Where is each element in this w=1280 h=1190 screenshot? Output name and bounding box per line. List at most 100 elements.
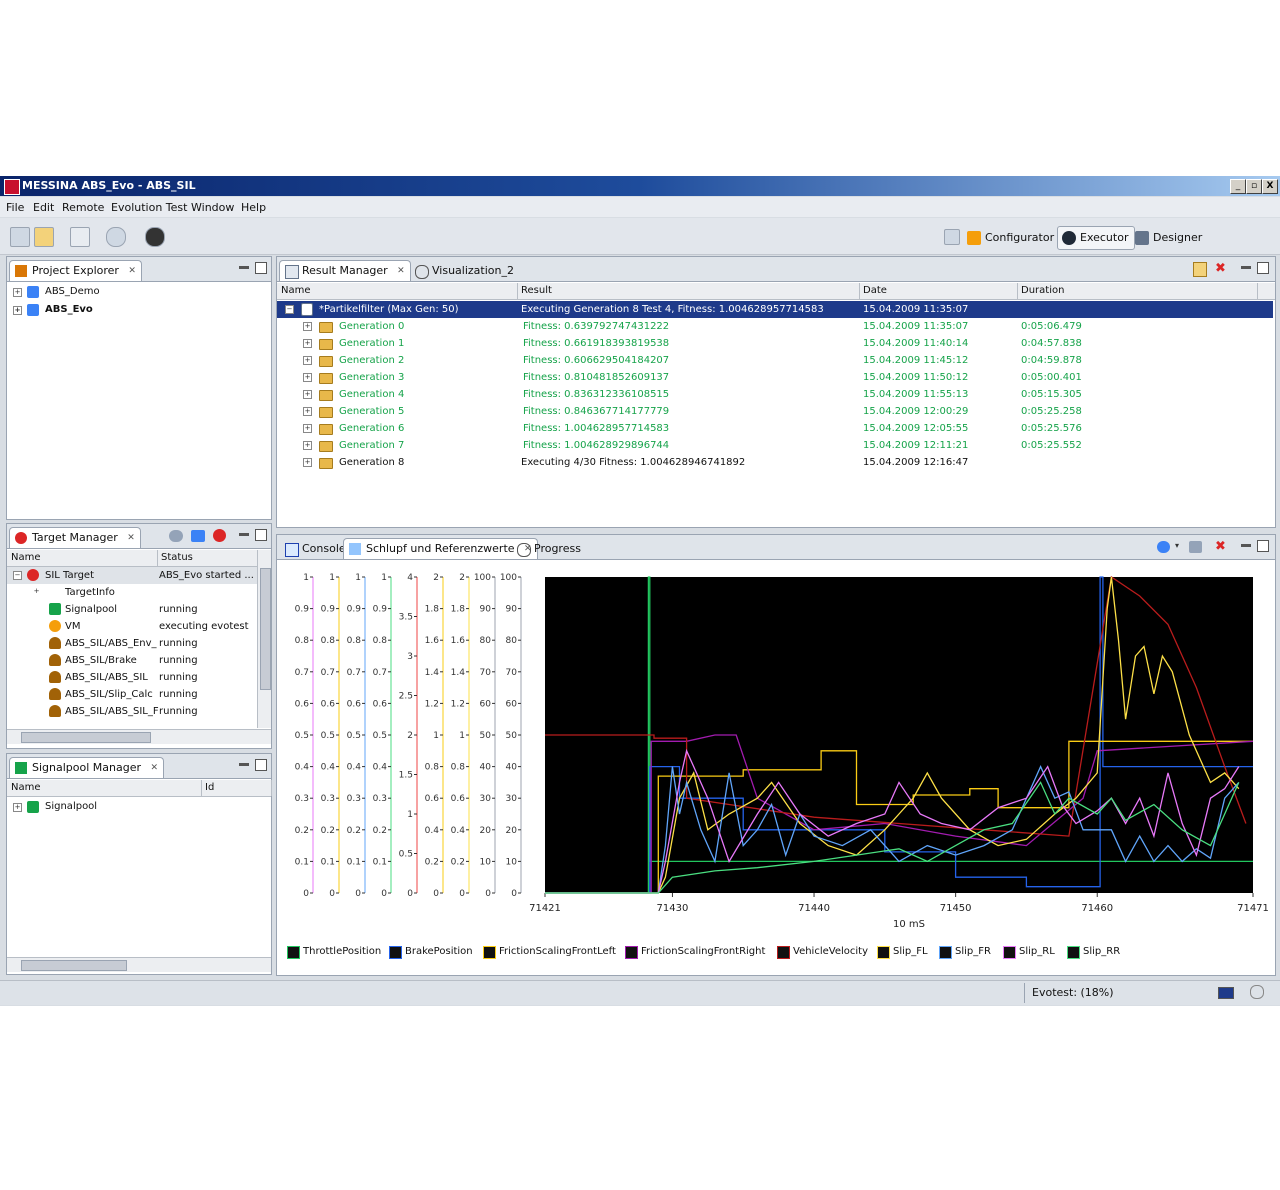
refresh-icon[interactable] [1189,541,1202,553]
minimize-view-icon[interactable] [1241,266,1251,269]
tab-result-manager[interactable]: Result Manager ✕ [279,260,411,281]
expand-icon[interactable]: + [13,306,22,315]
target-row-signalpool[interactable]: Signalpool running [7,601,257,618]
zoom-icon[interactable] [1157,541,1170,553]
close-button[interactable]: X [1262,179,1278,194]
tab-progress[interactable]: Progress [511,538,604,559]
target-row-abs-env[interactable]: ABS_SIL/ABS_Env_ running [7,635,257,652]
expand-icon[interactable]: + [303,339,312,348]
signal-line-chart[interactable]: 1 0.9 0.8 0.7 0.6 0.5 0.4 0.3 0.2 0.1 0 1 0.9 0.8 0.7 0… [277,561,1273,963]
horizontal-scrollbar[interactable] [7,957,271,972]
expand-icon[interactable]: + [13,288,22,297]
column-header-status[interactable]: Status [157,550,258,566]
tab-schlupf-und-referenzwerte[interactable]: Schlupf und Referenzwerte ✕ [343,538,538,559]
remove-icon[interactable]: ✖ [1215,262,1228,275]
save-icon[interactable] [70,227,90,247]
tab-close-icon[interactable]: ✕ [127,528,135,548]
result-row-generation-3[interactable]: + Generation 3 Fitness: 0.81048185260913… [277,369,1273,386]
perspective-configurator[interactable]: Configurator [962,226,1061,250]
open-folder-icon[interactable] [34,227,54,247]
new-project-icon[interactable] [10,227,30,247]
y-tick-label: 40 [506,763,518,773]
column-header-duration[interactable]: Duration [1017,283,1258,299]
menu-window[interactable]: Window [191,201,234,214]
column-header-name[interactable]: Name [277,283,518,299]
expand-icon[interactable]: + [303,424,312,433]
target-row-slip-calc[interactable]: ABS_SIL/Slip_Calc running [7,686,257,703]
menu-evolution-test[interactable]: Evolution Test [111,201,187,214]
tab-close-icon[interactable]: ✕ [150,758,158,778]
result-row-generation-6[interactable]: + Generation 6 Fitness: 1.00462895771458… [277,420,1273,437]
result-row-generation-1[interactable]: + Generation 1 Fitness: 0.66191839381953… [277,335,1273,352]
collapse-icon[interactable]: − [285,305,294,314]
target-row-vm[interactable]: VM executing evotest [7,618,257,635]
connect-icon[interactable] [106,227,126,247]
result-row-generation-7[interactable]: + Generation 7 Fitness: 1.00462892989674… [277,437,1273,454]
expand-icon[interactable]: + [33,588,40,595]
horizontal-scrollbar[interactable] [7,729,271,744]
remove-icon[interactable]: ✖ [1215,540,1226,553]
target-row-sil-target[interactable]: − SIL Target ABS_Evo started ... [7,567,257,584]
maximize-view-icon[interactable] [1257,540,1269,552]
open-perspective-icon[interactable] [944,229,960,245]
column-header-name[interactable]: Name [7,780,202,796]
column-header-id[interactable]: Id [201,780,272,796]
result-row-generation-2[interactable]: + Generation 2 Fitness: 0.60662950418420… [277,352,1273,369]
maximize-button[interactable]: ▫ [1246,179,1262,194]
minimize-view-icon[interactable] [1241,544,1251,547]
maximize-view-icon[interactable] [255,262,267,274]
minimize-view-icon[interactable] [239,763,249,766]
expand-icon[interactable]: + [303,356,312,365]
column-header-name[interactable]: Name [7,550,158,566]
column-header-result[interactable]: Result [517,283,860,299]
tab-visualization-2[interactable]: Visualization_2 [409,260,537,281]
menu-remote[interactable]: Remote [62,201,104,214]
forward-arrow-icon[interactable] [191,530,205,542]
expand-icon[interactable]: + [303,390,312,399]
tab-close-icon[interactable]: ✕ [128,261,136,281]
vertical-scrollbar[interactable] [257,550,271,728]
expand-icon[interactable]: + [303,322,312,331]
expand-icon[interactable]: + [13,803,22,812]
activity-icon[interactable] [1250,985,1264,999]
scrollbar-thumb[interactable] [260,568,271,690]
tab-project-explorer[interactable]: Project Explorer ✕ [9,260,142,281]
scrollbar-thumb[interactable] [21,732,151,743]
menu-file[interactable]: File [6,201,24,214]
tab-signalpool-manager[interactable]: Signalpool Manager ✕ [9,757,165,778]
target-row-abs-sil-f[interactable]: ABS_SIL/ABS_SIL_F running [7,703,257,720]
export-icon[interactable] [1193,262,1207,277]
maximize-view-icon[interactable] [255,529,267,541]
target-connect-icon[interactable] [213,529,226,542]
result-row-partikelfilter[interactable]: − *Partikelfilter (Max Gen: 50) Executin… [277,301,1273,318]
target-row-targetinfo[interactable]: + TargetInfo [7,584,257,601]
menu-help[interactable]: Help [241,201,266,214]
chevron-down-icon[interactable]: ▾ [1175,541,1179,550]
tab-target-manager[interactable]: Target Manager ✕ [9,527,141,548]
result-row-generation-4[interactable]: + Generation 4 Fitness: 0.83631233610851… [277,386,1273,403]
minimize-button[interactable]: _ [1230,179,1246,194]
result-row-generation-8[interactable]: + Generation 8 Executing 4/30 Fitness: 1… [277,454,1273,471]
column-header-date[interactable]: Date [859,283,1018,299]
perspective-designer[interactable]: Designer [1130,226,1209,250]
target-row-brake[interactable]: ABS_SIL/Brake running [7,652,257,669]
expand-icon[interactable]: + [303,458,312,467]
result-row-generation-0[interactable]: + Generation 0 Fitness: 0.63979274743122… [277,318,1273,335]
maximize-view-icon[interactable] [255,759,267,771]
progress-indicator-icon[interactable] [1218,987,1234,999]
collapse-icon[interactable]: − [13,571,22,580]
scrollbar-thumb[interactable] [21,960,127,971]
perspective-executor[interactable]: Executor [1057,226,1136,250]
help-icon[interactable] [145,227,165,247]
minimize-view-icon[interactable] [239,266,249,269]
tab-close-icon[interactable]: ✕ [397,261,405,281]
menu-edit[interactable]: Edit [33,201,54,214]
expand-icon[interactable]: + [303,373,312,382]
target-row-abs-sil[interactable]: ABS_SIL/ABS_SIL running [7,669,257,686]
expand-icon[interactable]: + [303,407,312,416]
minimize-view-icon[interactable] [239,533,249,536]
expand-icon[interactable]: + [303,441,312,450]
back-arrow-icon[interactable] [169,530,183,542]
maximize-view-icon[interactable] [1257,262,1269,274]
result-row-generation-5[interactable]: + Generation 5 Fitness: 0.84636771417777… [277,403,1273,420]
